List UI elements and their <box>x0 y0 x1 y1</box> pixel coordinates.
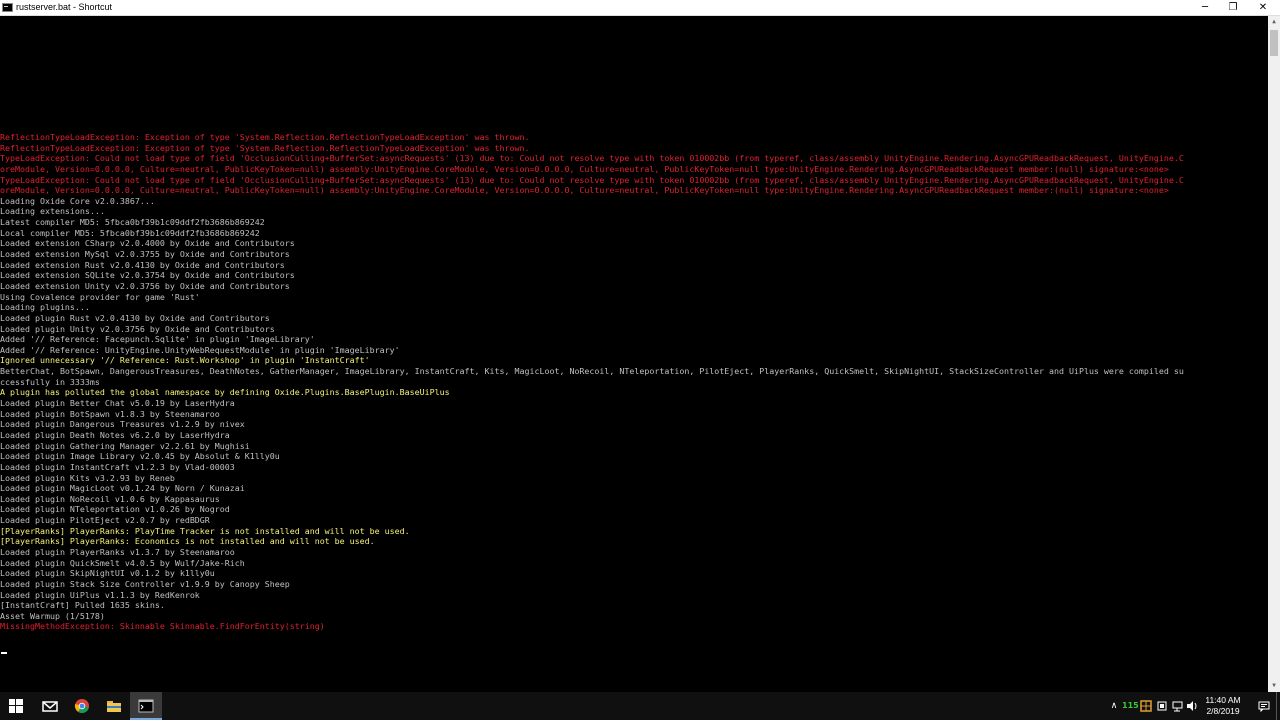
file-explorer-button[interactable] <box>98 692 130 720</box>
console-line: Loaded plugin Rust v2.0.4130 by Oxide an… <box>0 312 270 323</box>
console-line: Loaded plugin Kits v3.2.93 by Reneb <box>0 472 175 483</box>
console-line: ReflectionTypeLoadException: Exception o… <box>0 142 530 153</box>
console-line: [PlayerRanks] PlayerRanks: PlayTime Trac… <box>0 525 410 536</box>
console-line: Loaded plugin Gathering Manager v2.2.61 … <box>0 440 250 451</box>
console-line: Loaded extension Unity v2.0.3756 by Oxid… <box>0 280 290 291</box>
console-line: Loading extensions... <box>0 206 105 217</box>
console-line: Loading Oxide Core v2.0.3867... <box>0 195 155 206</box>
console-line: [InstantCraft] Pulled 1635 skins. <box>0 600 165 611</box>
console-line: TypeLoadException: Could not load type o… <box>0 174 1184 185</box>
console-line: Loaded plugin NTeleportation v1.0.26 by … <box>0 504 230 515</box>
terminal-button[interactable] <box>130 692 162 720</box>
tray-badge-icon[interactable]: 115 <box>1122 700 1139 712</box>
console-line: Loaded plugin Image Library v2.0.45 by A… <box>0 451 280 462</box>
console-line: Loaded extension CSharp v2.0.4000 by Oxi… <box>0 238 295 249</box>
console-line: Asset Warmup (1/5178) <box>0 610 105 621</box>
console-line: Loaded plugin NoRecoil v1.0.6 by Kappasa… <box>0 493 220 504</box>
scroll-thumb[interactable] <box>1270 30 1278 56</box>
console-line: Loaded extension MySql v2.0.3755 by Oxid… <box>0 249 290 260</box>
show-desktop-button[interactable] <box>1276 692 1280 720</box>
restore-button[interactable]: ❐ <box>1216 0 1250 15</box>
console-line: Loaded plugin InstantCraft v1.2.3 by Vla… <box>0 461 235 472</box>
terminal-icon <box>138 699 154 713</box>
vertical-scrollbar[interactable]: ▲ ▼ <box>1268 16 1280 692</box>
console-line: MissingMethodException: Skinnable Skinna… <box>0 621 325 632</box>
folder-icon <box>107 701 121 712</box>
console-line: Latest compiler MD5: 5fbca0bf39b1c09ddf2… <box>0 217 265 228</box>
console-line: Loaded plugin Dangerous Treasures v1.2.9… <box>0 419 245 430</box>
console-output[interactable]: ReflectionTypeLoadException: Exception o… <box>0 16 1268 692</box>
window-titlebar[interactable]: rustserver.bat - Shortcut ─ ❐ ✕ <box>0 0 1280 16</box>
console-line: Loaded extension Rust v2.0.4130 by Oxide… <box>0 259 285 270</box>
console-line: Loaded plugin Unity v2.0.3756 by Oxide a… <box>0 323 275 334</box>
mail-icon <box>42 701 58 712</box>
console-app-icon <box>2 3 13 12</box>
clock[interactable]: 11:40 AM 2/8/2019 <box>1196 695 1250 717</box>
console-line: Using Covalence provider for game 'Rust' <box>0 291 200 302</box>
clock-time: 11:40 AM <box>1205 695 1241 705</box>
console-line: Loaded extension SQLite v2.0.3754 by Oxi… <box>0 270 295 281</box>
close-button[interactable]: ✕ <box>1246 0 1280 15</box>
tray-chevron-icon[interactable]: ∧ <box>1108 700 1120 712</box>
console-line: BetterChat, BotSpawn, DangerousTreasures… <box>0 366 1184 377</box>
console-line: Loaded plugin MagicLoot v0.1.24 by Norn … <box>0 483 245 494</box>
tray-device-icon[interactable] <box>1156 700 1168 712</box>
windows-logo-icon <box>9 699 23 713</box>
console-line: ccessfully in 3333ms <box>0 376 100 387</box>
clock-date: 2/8/2019 <box>1206 706 1240 716</box>
chrome-icon <box>74 699 89 713</box>
console-line: Ignored unnecessary '// Reference: Rust.… <box>0 355 370 366</box>
console-line: oreModule, Version=0.0.0.0, Culture=neut… <box>0 185 1169 196</box>
console-line: oreModule, Version=0.0.0.0, Culture=neut… <box>0 163 1169 174</box>
console-line: Loaded plugin Better Chat v5.0.19 by Las… <box>0 398 235 409</box>
console-line: Loading plugins... <box>0 302 90 313</box>
start-button[interactable] <box>0 692 32 720</box>
console-line: Loaded plugin Death Notes v6.2.0 by Lase… <box>0 429 230 440</box>
scroll-down-icon[interactable]: ▼ <box>1268 680 1280 692</box>
mail-button[interactable] <box>34 692 66 720</box>
console-line: Loaded plugin SkipNightUI v0.1.2 by k1ll… <box>0 568 215 579</box>
taskbar: ∧ 115 11:40 AM 2/8/2019 <box>0 692 1280 720</box>
notification-center-icon[interactable] <box>1258 700 1270 713</box>
scroll-up-icon[interactable]: ▲ <box>1268 16 1280 28</box>
console-line: Loaded plugin QuickSmelt v4.0.5 by Wulf/… <box>0 557 245 568</box>
console-line: TypeLoadException: Could not load type o… <box>0 153 1184 164</box>
console-line: ReflectionTypeLoadException: Exception o… <box>0 132 530 142</box>
chrome-button[interactable] <box>66 692 98 720</box>
console-line: Local compiler MD5: 5fbca0bf39b1c09ddf2f… <box>0 227 260 238</box>
console-line: Loaded plugin UiPlus v1.1.3 by RedKenrok <box>0 589 200 600</box>
console-line: A plugin has polluted the global namespa… <box>0 387 450 398</box>
tray-app-icon[interactable] <box>1140 700 1152 712</box>
console-line: [PlayerRanks] PlayerRanks: Economics is … <box>0 536 375 547</box>
console-line: Loaded plugin PilotEject v2.0.7 by redBD… <box>0 515 210 526</box>
console-line: Loaded plugin Stack Size Controller v1.9… <box>0 578 290 589</box>
window-title: rustserver.bat - Shortcut <box>16 2 113 12</box>
text-cursor <box>1 652 7 654</box>
console-line: Loaded plugin PlayerRanks v1.3.7 by Stee… <box>0 546 235 557</box>
network-icon[interactable] <box>1172 700 1184 712</box>
console-line: Added '// Reference: UnityEngine.UnityWe… <box>0 344 400 355</box>
console-line: Loaded plugin BotSpawn v1.8.3 by Steenam… <box>0 408 220 419</box>
console-lines: ReflectionTypeLoadException: Exception o… <box>0 132 1266 632</box>
console-line: Added '// Reference: Facepunch.Sqlite' i… <box>0 334 315 345</box>
